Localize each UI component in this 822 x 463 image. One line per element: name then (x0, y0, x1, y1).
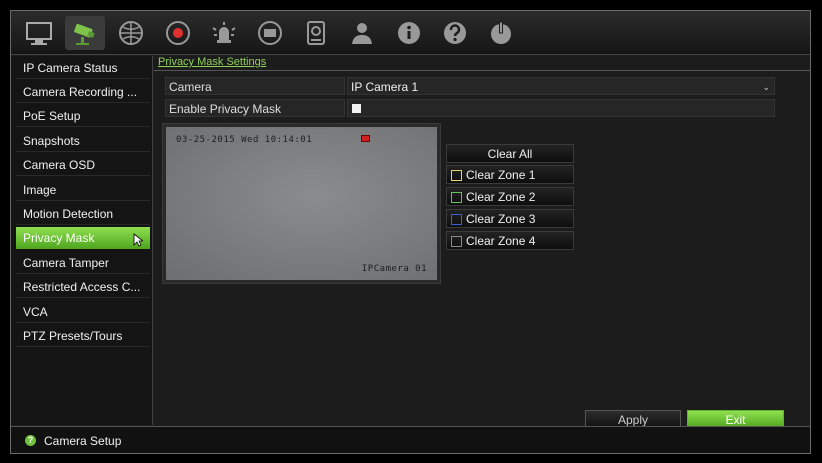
camera-setup-icon[interactable] (65, 16, 105, 50)
sidebar-item-snapshots[interactable]: Snapshots (16, 130, 150, 152)
sidebar: IP Camera Status Camera Recording ... Po… (11, 56, 153, 425)
clear-zone-4-button[interactable]: Clear Zone 4 (446, 231, 574, 250)
clear-zone-3-button[interactable]: Clear Zone 3 (446, 209, 574, 228)
main-panel: Privacy Mask Settings Camera IP Camera 1… (154, 56, 810, 429)
sidebar-item-vca[interactable]: VCA (16, 301, 150, 323)
camera-select[interactable]: IP Camera 1 ⌄ (347, 77, 775, 95)
record-icon[interactable] (158, 16, 198, 50)
sidebar-item-label: IP Camera Status (23, 61, 118, 75)
sidebar-item-label: Motion Detection (23, 207, 114, 221)
help-icon: ? (25, 435, 36, 446)
user-icon[interactable] (342, 16, 382, 50)
sidebar-item-label: Camera Recording ... (23, 85, 138, 99)
sidebar-item-camera-recording[interactable]: Camera Recording ... (16, 81, 150, 103)
clear-zone-3-label: Clear Zone 3 (466, 212, 536, 226)
clear-zone-1-label: Clear Zone 1 (466, 168, 536, 182)
monitor-icon[interactable] (19, 16, 59, 50)
sidebar-item-poe-setup[interactable]: PoE Setup (16, 105, 150, 127)
top-toolbar (11, 11, 810, 55)
alarm-icon[interactable] (204, 16, 244, 50)
sidebar-item-motion-detection[interactable]: Motion Detection (16, 203, 150, 225)
sidebar-item-privacy-mask[interactable]: Privacy Mask (16, 227, 150, 249)
chevron-down-icon: ⌄ (762, 82, 770, 92)
sidebar-item-restricted-access[interactable]: Restricted Access C... (16, 276, 150, 298)
sidebar-item-label: Image (23, 183, 57, 197)
dvr-window: IP Camera Status Camera Recording ... Po… (10, 10, 811, 454)
sidebar-item-label: Camera OSD (23, 158, 96, 172)
video-area[interactable]: 03-25-2015 Wed 10:14:01 IPCamera 01 (166, 127, 437, 280)
camera-label: Camera (165, 77, 345, 95)
sidebar-item-ptz-presets-tours[interactable]: PTZ Presets/Tours (16, 325, 150, 347)
clear-all-button[interactable]: Clear All (446, 144, 574, 163)
zone-4-color-swatch (451, 236, 462, 247)
tab-privacy-mask-settings[interactable]: Privacy Mask Settings (158, 56, 266, 68)
clear-zone-2-button[interactable]: Clear Zone 2 (446, 187, 574, 206)
sidebar-item-ip-camera-status[interactable]: IP Camera Status (16, 57, 150, 79)
info-icon[interactable] (389, 16, 429, 50)
sidebar-item-label: PoE Setup (23, 109, 81, 123)
zone-3-color-swatch (451, 214, 462, 225)
sidebar-item-label: PTZ Presets/Tours (23, 329, 123, 343)
status-text: Camera Setup (44, 434, 122, 448)
sidebar-item-label: Privacy Mask (23, 231, 95, 245)
clear-zone-1-button[interactable]: Clear Zone 1 (446, 165, 574, 184)
enable-privacy-mask-row (347, 99, 775, 117)
tab-divider (154, 70, 810, 71)
enable-privacy-mask-label: Enable Privacy Mask (165, 99, 345, 117)
status-bar: ? Camera Setup (11, 426, 810, 453)
sidebar-item-label: Restricted Access C... (23, 280, 141, 294)
enable-privacy-mask-checkbox[interactable] (352, 104, 361, 113)
help-icon[interactable] (435, 16, 475, 50)
osd-camera-name: IPCamera 01 (361, 264, 427, 274)
camera-preview: 03-25-2015 Wed 10:14:01 IPCamera 01 (162, 123, 441, 284)
sidebar-item-image[interactable]: Image (16, 179, 150, 201)
clear-zone-4-label: Clear Zone 4 (466, 234, 536, 248)
sidebar-item-camera-osd[interactable]: Camera OSD (16, 154, 150, 176)
zone-2-color-swatch (451, 192, 462, 203)
sidebar-item-label: VCA (23, 305, 48, 319)
network-icon[interactable] (111, 16, 151, 50)
sidebar-item-label: Snapshots (23, 134, 80, 148)
sidebar-item-camera-tamper[interactable]: Camera Tamper (16, 252, 150, 274)
sidebar-item-label: Camera Tamper (23, 256, 109, 270)
zone-1-color-swatch (451, 170, 462, 181)
storage-icon[interactable] (296, 16, 336, 50)
clear-zone-2-label: Clear Zone 2 (466, 190, 536, 204)
power-icon[interactable] (481, 16, 521, 50)
osd-datetime: 03-25-2015 Wed 10:14:01 (176, 135, 313, 145)
recording-icon (361, 135, 370, 142)
mouse-pointer-icon (133, 233, 143, 247)
camera-select-value: IP Camera 1 (351, 80, 419, 94)
device-icon[interactable] (250, 16, 290, 50)
